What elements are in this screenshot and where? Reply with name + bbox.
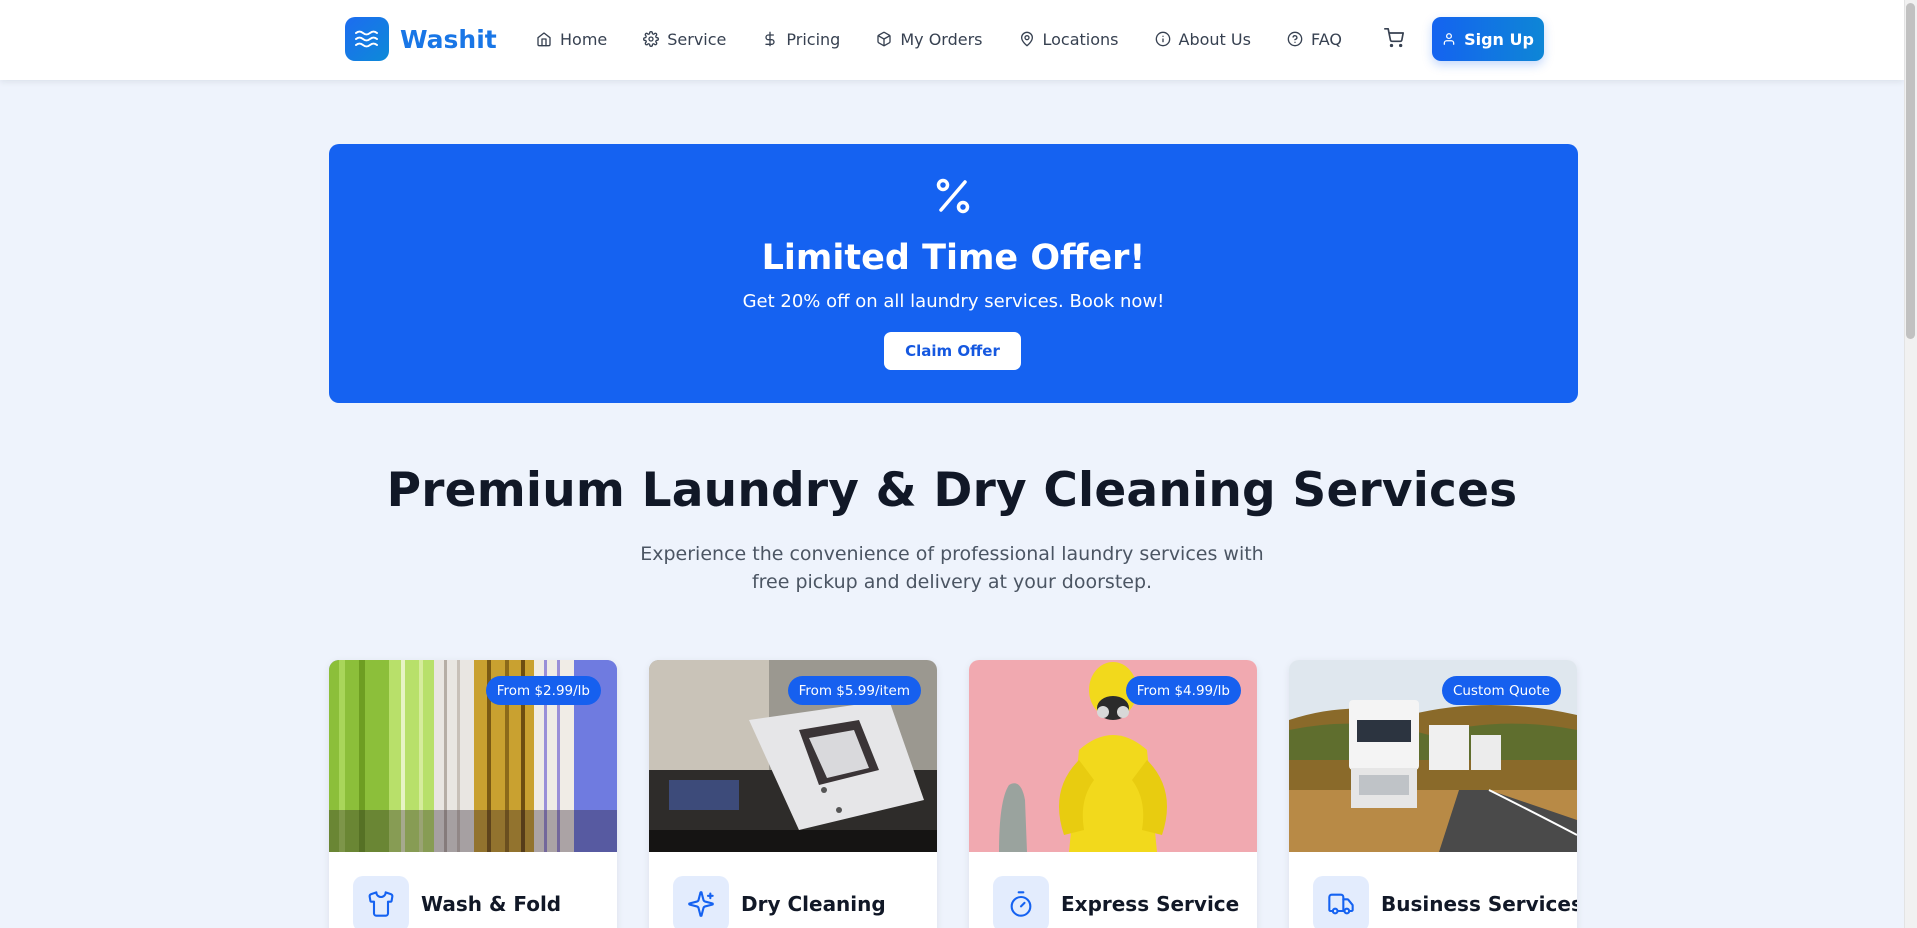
service-card-express[interactable]: From $4.99/lb Express Service xyxy=(969,660,1257,928)
scrollbar-thumb[interactable] xyxy=(1906,3,1915,339)
waves-icon xyxy=(345,17,389,61)
sign-up-button[interactable]: Sign Up xyxy=(1432,17,1544,61)
service-card-dry-cleaning[interactable]: From $5.99/item Dry Cleaning xyxy=(649,660,937,928)
nav-item-my-orders[interactable]: My Orders xyxy=(876,29,983,49)
dollar-icon xyxy=(765,31,776,47)
service-card-business[interactable]: Custom Quote Business Services xyxy=(1289,660,1577,928)
nav-item-faq[interactable]: FAQ xyxy=(1287,30,1342,49)
nav-label-service: Service xyxy=(667,29,727,49)
user-icon xyxy=(1443,33,1455,45)
site-header: Washit Home Service Pricing My Orders Lo… xyxy=(0,0,1904,80)
map-pin-icon xyxy=(1020,31,1033,47)
shirt-icon xyxy=(353,876,409,928)
package-icon xyxy=(877,31,891,47)
info-icon xyxy=(1155,31,1170,47)
truck-icon xyxy=(1313,876,1369,928)
promo-title: Limited Time Offer! xyxy=(761,238,1146,278)
logo[interactable]: Washit xyxy=(345,17,497,61)
price-badge: From $5.99/item xyxy=(787,676,921,705)
logo-text: Washit xyxy=(400,24,497,54)
nav-item-home[interactable]: Home xyxy=(536,30,607,49)
service-title: Dry Cleaning xyxy=(741,892,886,916)
promo-banner: Limited Time Offer! Get 20% off on all l… xyxy=(329,144,1578,403)
page-scrollbar[interactable] xyxy=(1904,0,1917,928)
cart-button[interactable] xyxy=(1384,28,1404,52)
hero-subtitle: Experience the convenience of profession… xyxy=(640,543,1264,593)
nav-item-pricing[interactable]: Pricing xyxy=(762,30,840,49)
claim-offer-button[interactable]: Claim Offer xyxy=(884,332,1021,370)
home-icon xyxy=(537,32,551,47)
nav-label-pricing: Pricing xyxy=(786,29,841,49)
shopping-cart-icon xyxy=(1384,28,1404,48)
nav-item-service[interactable]: Service xyxy=(643,30,726,49)
service-title: Wash & Fold xyxy=(421,892,562,916)
nav-label-locations: Locations xyxy=(1042,29,1119,49)
hero-title: Premium Laundry & Dry Cleaning Services xyxy=(386,463,1518,518)
price-badge: Custom Quote xyxy=(1441,676,1561,705)
nav-label-faq: FAQ xyxy=(1310,29,1342,49)
service-card-wash-fold[interactable]: From $2.99/lb Wash & Fold xyxy=(329,660,617,928)
nav-label-home: Home xyxy=(560,29,608,49)
gear-icon xyxy=(643,31,660,47)
nav-label-my-orders: My Orders xyxy=(900,29,983,49)
price-badge: From $2.99/lb xyxy=(485,676,601,705)
main-nav: Home Service Pricing My Orders Locations… xyxy=(536,24,1378,54)
price-badge: From $4.99/lb xyxy=(1125,676,1241,705)
promo-subtitle: Get 20% off on all laundry services. Boo… xyxy=(742,291,1165,312)
nav-item-about-us[interactable]: About Us xyxy=(1155,30,1251,49)
service-title: Business Services xyxy=(1381,892,1577,916)
sparkles-icon xyxy=(673,876,729,928)
service-title: Express Service xyxy=(1061,892,1240,916)
help-circle-icon xyxy=(1287,31,1303,47)
sign-up-label: Sign Up xyxy=(1464,29,1534,49)
nav-label-about-us: About Us xyxy=(1178,29,1251,49)
timer-icon xyxy=(993,876,1049,928)
nav-item-locations[interactable]: Locations xyxy=(1019,30,1119,49)
